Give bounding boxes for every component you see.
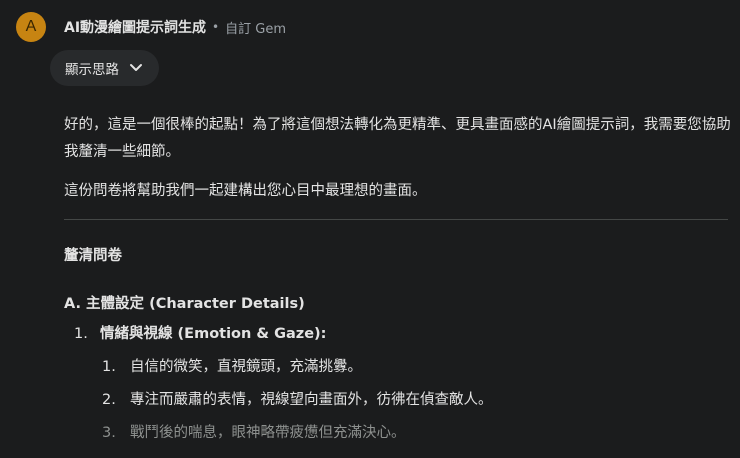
show-thoughts-label: 顯示思路 [65,62,119,78]
divider [64,219,728,220]
list-item: 1. 情緒與視線 (Emotion & Gaze): [64,322,732,346]
sub-list: 1. 自信的微笑，直視鏡頭，充滿挑釁。 2. 專注而嚴肅的表情，視線望向畫面外，… [102,355,732,445]
list-text: 戰鬥後的喘息，眼神略帶疲憊但充滿決心。 [130,425,406,441]
list-number: 2. [102,392,116,408]
subsection-title: A. 主體設定 (Character Details) [64,296,305,312]
questionnaire-intro: 這份問卷將幫助我們一起建構出您心目中最理想的畫面。 [64,183,427,199]
avatar[interactable]: A [16,12,46,42]
show-thoughts-button[interactable]: 顯示思路 [50,50,159,86]
section-title: 釐清問卷 [64,248,122,264]
list-item: 2. 專注而嚴肅的表情，視線望向畫面外，彷彿在偵查敵人。 [102,388,732,412]
response-body: 好的，這是一個很棒的起點！為了將這個想法轉化為更精準、更具畫面感的AI繪圖提示詞… [64,112,732,445]
separator-dot: • [212,20,220,34]
list-number: 1. [74,326,88,342]
list-item: 3. 戰鬥後的喘息，眼神略帶疲憊但充滿決心。 [102,421,732,445]
list-text: 專注而嚴肅的表情，視線望向畫面外，彷彿在偵查敵人。 [130,392,493,408]
list-number: 1. [102,359,116,375]
list-text: 自信的微笑，直視鏡頭，充滿挑釁。 [130,359,362,375]
chevron-down-icon [129,63,143,73]
gem-type-label: 自訂 Gem [225,21,286,37]
gem-name[interactable]: AI動漫繪圖提示詞生成 [64,17,206,37]
list-label: 情緒與視線 (Emotion & Gaze): [100,326,327,342]
intro-paragraph: 好的，這是一個很棒的起點！為了將這個想法轉化為更精準、更具畫面感的AI繪圖提示詞… [64,117,731,160]
list-number: 3. [102,425,116,441]
list-item: 1. 自信的微笑，直視鏡頭，充滿挑釁。 [102,355,732,379]
gem-header: A AI動漫繪圖提示詞生成 • 自訂 Gem [16,12,286,42]
